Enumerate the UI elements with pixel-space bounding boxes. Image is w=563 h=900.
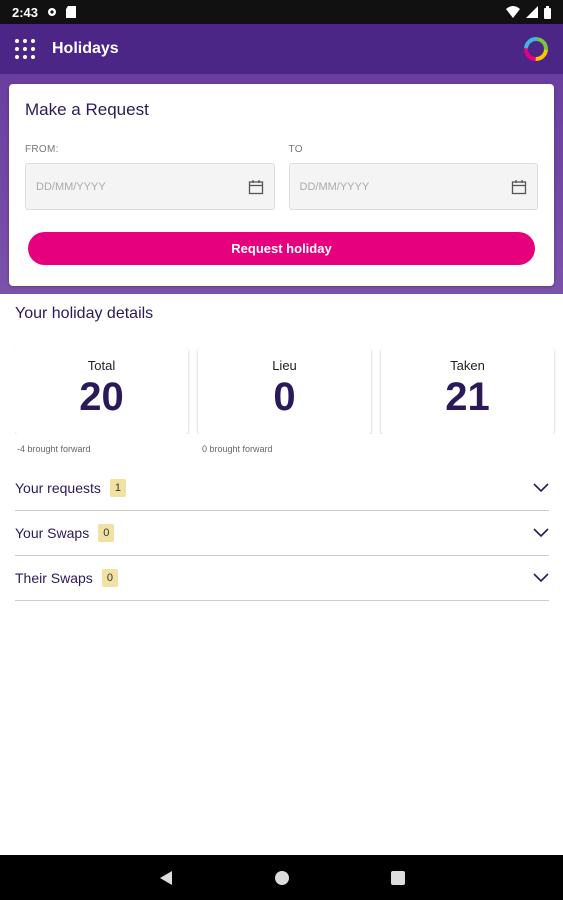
- stat-card-lieu: Lieu 0: [198, 348, 371, 434]
- calendar-icon[interactable]: [248, 179, 264, 195]
- chevron-down-icon[interactable]: [533, 483, 549, 493]
- your-swaps-row[interactable]: Your Swaps 0: [15, 511, 549, 556]
- stat-value: 21: [445, 375, 490, 419]
- stat-value: 20: [79, 375, 124, 419]
- stats-row: Total 20 Lieu 0 Taken 21: [15, 348, 563, 434]
- request-holiday-button[interactable]: Request holiday: [28, 232, 535, 265]
- from-label: FROM:: [25, 144, 59, 155]
- accordion-label: Your Swaps: [15, 525, 90, 541]
- sd-card-icon: [66, 6, 77, 18]
- screen: 2:43 Holidays Make a Request FROM: DD/MM…: [0, 0, 563, 900]
- to-date-field[interactable]: [288, 163, 538, 210]
- count-badge: 1: [109, 479, 126, 497]
- requests-accordion: Your requests 1 Your Swaps 0 Their Swaps…: [15, 466, 549, 601]
- to-label: TO: [288, 144, 303, 155]
- accordion-label: Your requests: [15, 480, 101, 496]
- from-date-field[interactable]: [25, 163, 275, 210]
- total-brought-forward: -4 brought forward: [17, 444, 91, 454]
- chevron-down-icon[interactable]: [533, 528, 549, 538]
- your-requests-row[interactable]: Your requests 1: [15, 466, 549, 511]
- stat-value: 0: [273, 375, 296, 419]
- signal-icon: [526, 6, 538, 18]
- request-card-title: Make a Request: [25, 100, 149, 119]
- stat-label: Total: [87, 358, 116, 373]
- from-group: FROM:: [25, 144, 275, 210]
- stat-card-total: Total 20: [15, 348, 188, 434]
- calendar-icon[interactable]: [511, 179, 527, 195]
- holiday-details-title: Your holiday details: [15, 305, 154, 322]
- count-badge: 0: [98, 524, 115, 542]
- count-badge: 0: [101, 569, 118, 587]
- lieu-brought-forward: 0 brought forward: [202, 444, 273, 454]
- stat-label: Taken: [450, 358, 485, 373]
- stat-label: Lieu: [272, 358, 297, 373]
- home-icon[interactable]: [274, 870, 290, 886]
- gear-icon: [48, 8, 57, 16]
- back-icon[interactable]: [158, 870, 174, 886]
- recents-icon[interactable]: [390, 870, 406, 886]
- to-group: TO: [288, 144, 538, 210]
- status-bar: 2:43: [0, 0, 563, 24]
- app-bar: Holidays: [0, 24, 563, 74]
- to-date-input[interactable]: [299, 180, 511, 193]
- apps-grid-icon[interactable]: [14, 38, 36, 60]
- request-card: Make a Request FROM: TO Request holiday: [9, 84, 554, 286]
- wifi-icon: [506, 6, 520, 18]
- chevron-down-icon[interactable]: [533, 573, 549, 583]
- accordion-label: Their Swaps: [15, 570, 93, 586]
- android-nav-bar: [0, 855, 563, 900]
- app-logo-icon: [524, 37, 548, 61]
- from-date-input[interactable]: [36, 180, 248, 193]
- status-time: 2:43: [12, 4, 39, 20]
- stat-card-taken: Taken 21: [381, 348, 554, 434]
- page-title: Holidays: [52, 40, 119, 57]
- battery-icon: [544, 5, 551, 19]
- their-swaps-row[interactable]: Their Swaps 0: [15, 556, 549, 601]
